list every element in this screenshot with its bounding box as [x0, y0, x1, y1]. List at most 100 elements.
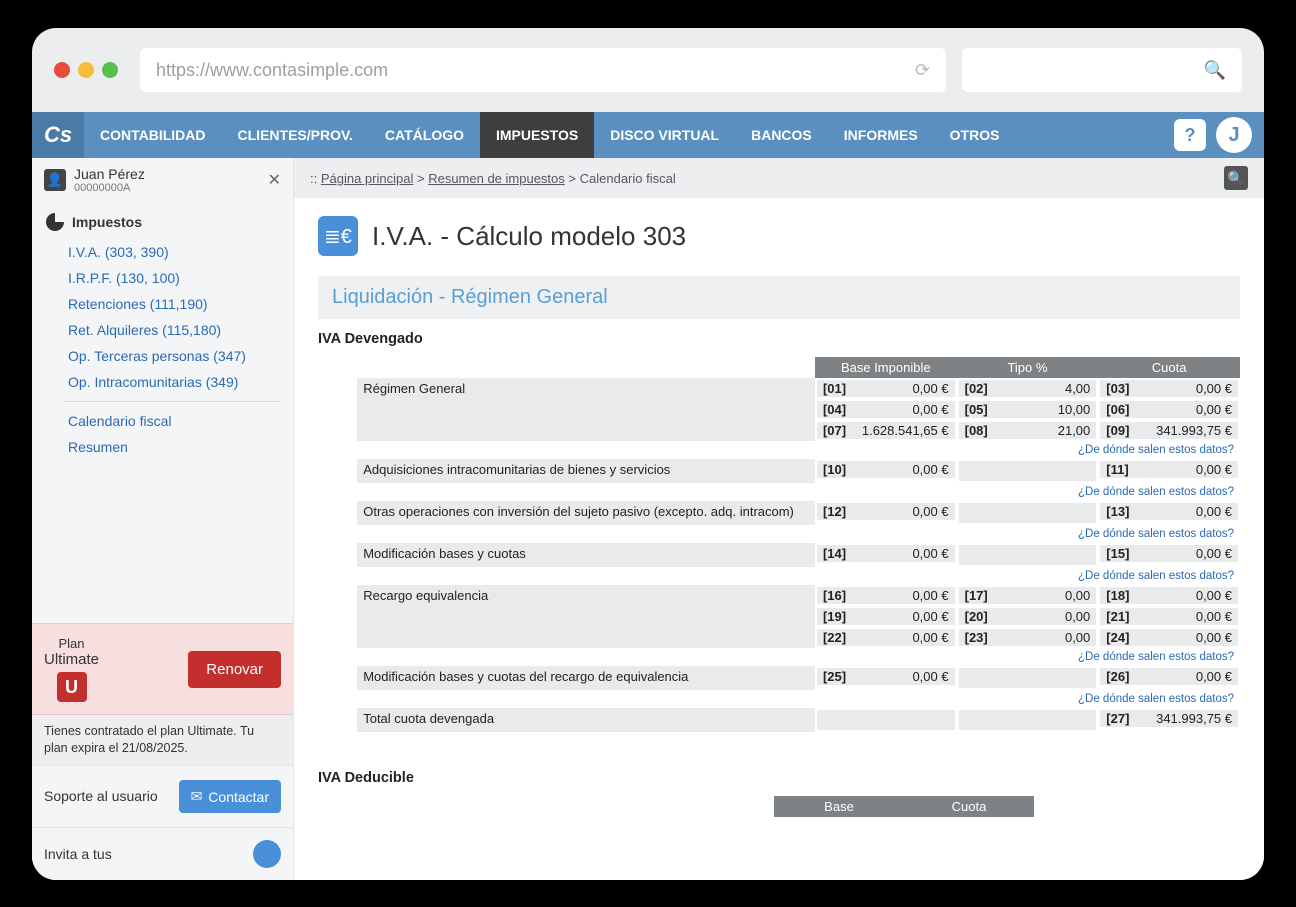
- tax-table: Base Imponible Tipo % Cuota Régimen Gene…: [318, 357, 1240, 732]
- cell-24: [24]0,00 €: [1100, 629, 1238, 646]
- row-desc: Régimen General: [357, 378, 815, 399]
- share-icon[interactable]: [253, 840, 281, 868]
- help-link[interactable]: ¿De dónde salen estos datos?: [357, 648, 1240, 666]
- sidebar-link-4[interactable]: Op. Terceras personas (347): [32, 343, 293, 369]
- nav-clientesprov[interactable]: CLIENTES/PROV.: [222, 112, 369, 158]
- minimize-window-icon[interactable]: [78, 62, 94, 78]
- support-label: Soporte al usuario: [44, 788, 158, 805]
- cell-12: [12]0,00 €: [817, 503, 955, 520]
- app-logo[interactable]: Cs: [32, 112, 84, 158]
- nav-informes[interactable]: INFORMES: [828, 112, 934, 158]
- cell-14: [14]0,00 €: [817, 545, 955, 562]
- cell-18: [18]0,00 €: [1100, 587, 1238, 604]
- user-avatar[interactable]: J: [1216, 117, 1252, 153]
- help-link[interactable]: ¿De dónde salen estos datos?: [357, 483, 1240, 501]
- search-icon: 🔍: [1204, 60, 1226, 81]
- cell-27: [27]341.993,75 €: [1100, 710, 1238, 727]
- row-desc: Total cuota devengada: [357, 708, 815, 732]
- cell-19: [19]0,00 €: [817, 608, 955, 625]
- row-desc: Modificación bases y cuotas del recargo …: [357, 666, 815, 690]
- cell-06: [06]0,00 €: [1100, 401, 1238, 418]
- address-bar[interactable]: https://www.contasimple.com ⟳: [140, 48, 946, 92]
- renew-button[interactable]: Renovar: [188, 651, 281, 688]
- cell-16: [16]0,00 €: [817, 587, 955, 604]
- cell-11: [11]0,00 €: [1100, 461, 1238, 478]
- sidebar-link2-1[interactable]: Resumen: [32, 434, 293, 460]
- page-title: I.V.A. - Cálculo modelo 303: [372, 221, 686, 252]
- crumb-resumen[interactable]: Resumen de impuestos: [428, 171, 565, 186]
- user-name: Juan Pérez: [74, 166, 268, 182]
- col-base2: Base: [774, 796, 904, 817]
- cell-21: [21]0,00 €: [1100, 608, 1238, 625]
- nav-otros[interactable]: OTROS: [934, 112, 1016, 158]
- invite-label: Invita a tus: [44, 846, 112, 862]
- nav-catlogo[interactable]: CATÁLOGO: [369, 112, 480, 158]
- subhead-devengado: IVA Devengado: [318, 331, 1240, 347]
- cell-05: [05]10,00: [959, 401, 1097, 418]
- cell-09: [09]341.993,75 €: [1100, 422, 1238, 439]
- close-window-icon[interactable]: [54, 62, 70, 78]
- row-desc: Otras operaciones con inversión del suje…: [357, 501, 815, 525]
- person-icon: 👤: [44, 169, 66, 191]
- cell-22: [22]0,00 €: [817, 629, 955, 646]
- cell-02: [02]4,00: [959, 380, 1097, 397]
- plan-badge: U: [57, 672, 87, 702]
- help-link[interactable]: ¿De dónde salen estos datos?: [357, 441, 1240, 459]
- row-desc: Recargo equivalencia: [357, 585, 815, 606]
- tax-table-2: Base Cuota: [318, 796, 1240, 817]
- user-id: 00000000A: [74, 182, 268, 195]
- cell-23: [23]0,00: [959, 629, 1097, 646]
- col-cuota2: Cuota: [904, 796, 1034, 817]
- row-desc: [357, 420, 815, 441]
- shuffle-icon[interactable]: ✕: [268, 170, 281, 190]
- nav-impuestos[interactable]: IMPUESTOS: [480, 112, 594, 158]
- cell-01: [01]0,00 €: [817, 380, 955, 397]
- nav-bancos[interactable]: BANCOS: [735, 112, 828, 158]
- window-controls: [54, 62, 118, 78]
- breadcrumbs: :: Página principal > Resumen de impuest…: [294, 158, 1264, 198]
- crumb-current: Calendario fiscal: [580, 171, 676, 186]
- nav-contabilidad[interactable]: CONTABILIDAD: [84, 112, 222, 158]
- sidebar-link-5[interactable]: Op. Intracomunitarias (349): [32, 369, 293, 395]
- nav-discovirtual[interactable]: DISCO VIRTUAL: [594, 112, 735, 158]
- help-link[interactable]: ¿De dónde salen estos datos?: [357, 525, 1240, 543]
- plan-note: Tienes contratado el plan Ultimate. Tu p…: [32, 715, 293, 765]
- sidebar-link-0[interactable]: I.V.A. (303, 390): [32, 239, 293, 265]
- sidebar-section-title: Impuestos: [72, 214, 142, 230]
- cell-10: [10]0,00 €: [817, 461, 955, 478]
- sidebar-section-header: Impuestos: [32, 203, 293, 237]
- document-euro-icon: ≣€: [318, 216, 358, 256]
- sidebar-link-2[interactable]: Retenciones (111,190): [32, 291, 293, 317]
- sidebar-user[interactable]: 👤 Juan Pérez 00000000A ✕: [32, 158, 293, 203]
- maximize-window-icon[interactable]: [102, 62, 118, 78]
- cell-17: [17]0,00: [959, 587, 1097, 604]
- row-desc: Adquisiciones intracomunitarias de biene…: [357, 459, 815, 483]
- plan-line2: Ultimate: [44, 651, 99, 668]
- page-search-button[interactable]: 🔍: [1224, 166, 1248, 190]
- browser-search[interactable]: 🔍: [962, 48, 1242, 92]
- page-title-row: ≣€ I.V.A. - Cálculo modelo 303: [318, 216, 1240, 256]
- cell-13: [13]0,00 €: [1100, 503, 1238, 520]
- cell-04: [04]0,00 €: [817, 401, 955, 418]
- section-title: Liquidación - Régimen General: [332, 286, 1226, 309]
- section-header: Liquidación - Régimen General: [318, 276, 1240, 319]
- cell-20: [20]0,00: [959, 608, 1097, 625]
- sidebar-link-3[interactable]: Ret. Alquileres (115,180): [32, 317, 293, 343]
- sidebar-link2-0[interactable]: Calendario fiscal: [32, 408, 293, 434]
- row-desc: Modificación bases y cuotas: [357, 543, 815, 567]
- invite-row: Invita a tus: [32, 827, 293, 880]
- cell-25: [25]0,00 €: [817, 668, 955, 685]
- crumb-home[interactable]: Página principal: [321, 171, 414, 186]
- sidebar-link-1[interactable]: I.R.P.F. (130, 100): [32, 265, 293, 291]
- plan-box: Plan Ultimate U Renovar: [32, 623, 293, 715]
- contact-button[interactable]: ✉ Contactar: [179, 780, 281, 813]
- cell-03: [03]0,00 €: [1100, 380, 1238, 397]
- help-link[interactable]: ¿De dónde salen estos datos?: [357, 690, 1240, 708]
- col-cuota: Cuota: [1098, 357, 1240, 378]
- help-button[interactable]: ?: [1174, 119, 1206, 151]
- col-tipo: Tipo %: [957, 357, 1099, 378]
- refresh-icon[interactable]: ⟳: [915, 60, 930, 81]
- subhead-deducible: IVA Deducible: [318, 770, 1240, 786]
- help-link[interactable]: ¿De dónde salen estos datos?: [357, 567, 1240, 585]
- row-desc: [357, 627, 815, 648]
